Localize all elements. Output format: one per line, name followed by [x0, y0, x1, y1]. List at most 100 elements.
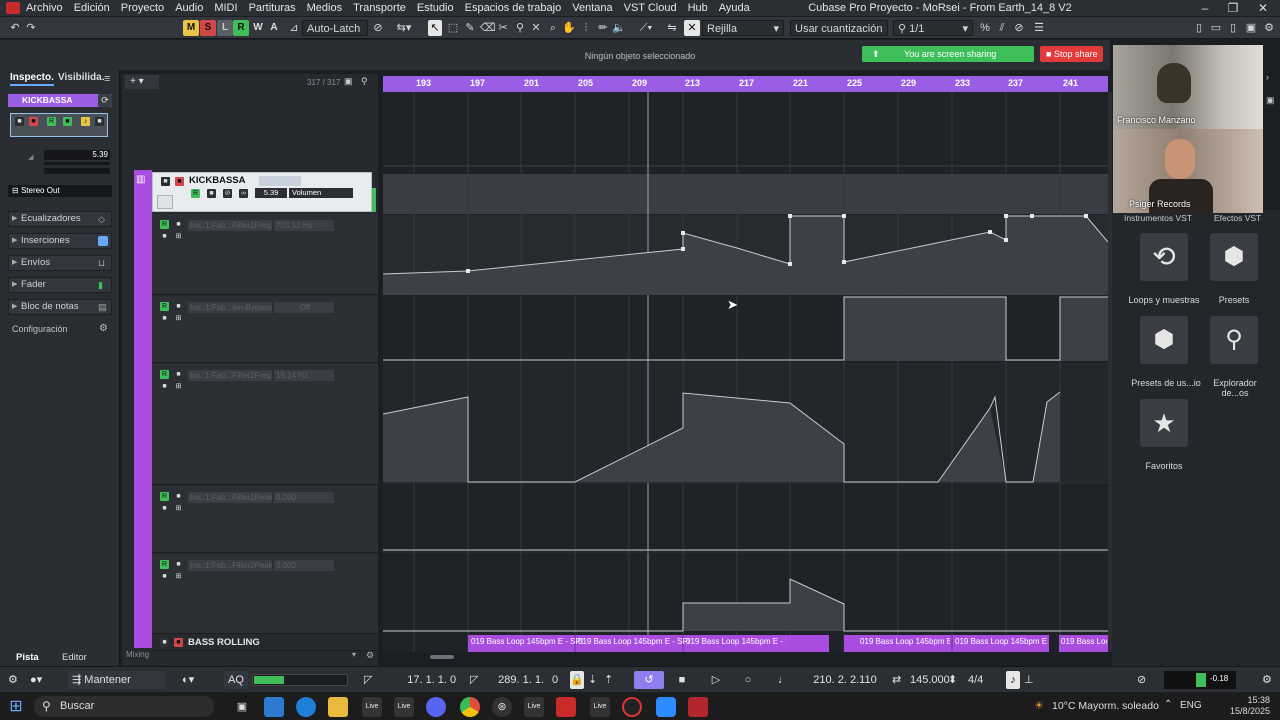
- settings-icon[interactable]: ⚙: [1262, 20, 1276, 36]
- output-routing[interactable]: ⊟ Stereo Out: [8, 185, 112, 197]
- bass-solo-icon[interactable]: ■: [174, 638, 183, 647]
- tab-visibility[interactable]: Visibilida.: [58, 72, 105, 83]
- transport-options-icon[interactable]: ⚙: [1262, 671, 1276, 689]
- tray-arrow-icon[interactable]: ⌃: [1164, 699, 1172, 710]
- section-fader[interactable]: ▶ Fader ▮: [8, 277, 112, 293]
- menu-hub[interactable]: Hub: [688, 2, 708, 14]
- tempo-display[interactable]: 145.000: [910, 671, 950, 689]
- transport-settings-icon[interactable]: ⚙: [8, 671, 22, 689]
- edit-mode-icon[interactable]: ⇆▾: [390, 20, 418, 36]
- lane-extra-icon[interactable]: ⊞: [174, 314, 183, 323]
- zoom-tool-icon[interactable]: ⚲: [513, 20, 527, 36]
- track-header-bass-rolling[interactable]: ■ ■ BASS ROLLING: [152, 635, 378, 651]
- track-edit-icon[interactable]: ⟳: [98, 94, 112, 107]
- lane-write-icon[interactable]: ■: [174, 492, 183, 501]
- zoom-app-icon[interactable]: [656, 697, 676, 717]
- add-track-button[interactable]: + ▾: [125, 75, 159, 89]
- inspector-solo-icon[interactable]: ■: [29, 117, 38, 126]
- automation-mode-select[interactable]: Auto-Latch ▾: [302, 20, 368, 51]
- lane-param-label[interactable]: Ins.:1:Fab...Filter2Freq: [188, 370, 272, 381]
- left-locator[interactable]: 17. 1. 1.: [393, 671, 447, 689]
- tab-inspector[interactable]: Inspecto.: [10, 72, 54, 86]
- a-button[interactable]: A: [266, 20, 282, 36]
- metronome-icon[interactable]: ♩: [778, 671, 792, 689]
- video-expand-icon[interactable]: ▣: [1266, 95, 1278, 107]
- lane-param-value[interactable]: Off: [274, 302, 334, 313]
- clip-label[interactable]: 019 Bass Loop 145bpm E - SPI: [1061, 637, 1107, 646]
- undo-icon[interactable]: ↶: [8, 20, 22, 36]
- right-locator-tick[interactable]: 0: [552, 671, 562, 689]
- task-view-icon[interactable]: ▣: [232, 697, 252, 717]
- read-button[interactable]: R: [233, 20, 249, 36]
- lane-read-icon[interactable]: R: [160, 492, 169, 501]
- lane-filter2peak[interactable]: R ■ ■ ⊞ Ins.:1:Fab...Filter2Peak 0.000: [152, 554, 378, 634]
- lane-mute-icon[interactable]: ■: [160, 232, 169, 241]
- video-tile-francisco[interactable]: Francisco Manzano: [1113, 45, 1263, 129]
- menu-proyecto[interactable]: Proyecto: [121, 2, 164, 14]
- favorites-tile[interactable]: ★: [1140, 399, 1188, 447]
- user-presets-tile[interactable]: ⬢: [1140, 316, 1188, 364]
- lane-param-value[interactable]: 0.000: [274, 560, 334, 571]
- layout-left-icon[interactable]: ▯: [1192, 20, 1206, 36]
- file-explorer-icon[interactable]: [328, 697, 348, 717]
- lane-extra-icon[interactable]: ⊞: [174, 572, 183, 581]
- clock-time[interactable]: 15:38: [1232, 695, 1270, 705]
- bass-mute-icon[interactable]: ■: [160, 638, 169, 647]
- quantize-settings-icon[interactable]: ⊘: [1012, 20, 1026, 36]
- mute-tool-icon[interactable]: ✕: [529, 20, 543, 36]
- right-locator-icon[interactable]: ◸: [470, 671, 482, 689]
- punch-in-icon[interactable]: ⇣: [588, 671, 602, 689]
- lane-mute-icon[interactable]: ■: [160, 314, 169, 323]
- lane-param-label[interactable]: Ins.:1:Fab...Filter2Peak: [188, 560, 272, 571]
- clip-label[interactable]: 019 Bass Loop 145bpm E - SPI: [955, 637, 1047, 646]
- section-inserts[interactable]: ▶ Inserciones: [8, 233, 112, 249]
- glue-tool-icon[interactable]: ⌫: [480, 20, 496, 36]
- menu-vstcloud[interactable]: VST Cloud: [624, 2, 677, 14]
- search-tool-icon[interactable]: ⌕: [546, 20, 560, 36]
- chrome-icon[interactable]: [460, 697, 480, 717]
- ableton-live-icon[interactable]: Live: [524, 697, 544, 717]
- lane-extra-icon[interactable]: ⊞: [174, 232, 183, 241]
- tempo-stepper-icon[interactable]: ⬍: [948, 671, 958, 689]
- volume-fader[interactable]: [44, 162, 110, 165]
- listen-button[interactable]: L: [217, 20, 233, 36]
- erase-tool-icon[interactable]: ✂: [496, 20, 510, 36]
- cubase-taskbar-icon[interactable]: [556, 697, 576, 717]
- minimize-icon[interactable]: –: [1190, 0, 1220, 16]
- speaker-tool-icon[interactable]: 🔈: [612, 20, 626, 36]
- lane-param-label[interactable]: Ins.:1:Fab...Filter1Peak: [188, 492, 272, 503]
- click-button[interactable]: ♪: [1006, 671, 1020, 689]
- menu-espacios[interactable]: Espacios de trabajo: [465, 2, 562, 14]
- quantize-ruler-icon[interactable]: ⫽: [995, 20, 1009, 36]
- play-button[interactable]: ▷: [706, 671, 726, 689]
- split-tool-icon[interactable]: ✎: [463, 20, 477, 36]
- video-arrow-icon[interactable]: ›: [1266, 72, 1278, 86]
- horizontal-scrollbar[interactable]: [430, 655, 454, 659]
- record-button[interactable]: ○: [738, 671, 758, 689]
- precount-icon[interactable]: ◐▾: [182, 671, 210, 689]
- range-tool-icon[interactable]: ⬚: [446, 20, 460, 36]
- lane-filter1peak[interactable]: R ■ ■ ⊞ Ins.:1:Fab...Filter1Peak 0.000: [152, 486, 378, 553]
- tempo-icon[interactable]: ⇄: [892, 671, 906, 689]
- edge-browser-icon[interactable]: [296, 697, 316, 717]
- menu-ayuda[interactable]: Ayuda: [719, 2, 750, 14]
- tab-vst-effects[interactable]: Efectos VST: [1214, 213, 1261, 223]
- track-list-icon[interactable]: ▣: [344, 76, 353, 87]
- clip-label[interactable]: 019 Bass Loop 145bpm E - SPI: [578, 637, 690, 646]
- browser-tile[interactable]: ⚲: [1210, 316, 1258, 364]
- lane-read-icon[interactable]: R: [160, 560, 169, 569]
- pointer-tool-icon[interactable]: ↖: [428, 20, 442, 36]
- lane-read-icon[interactable]: R: [160, 220, 169, 229]
- app-icon[interactable]: ⊛: [492, 697, 512, 717]
- weather-text[interactable]: 10°C Mayorm. soleado: [1052, 700, 1159, 712]
- ableton-live-icon[interactable]: Live: [362, 697, 382, 717]
- menu-edicion[interactable]: Edición: [74, 2, 110, 14]
- tab-editor[interactable]: Editor: [62, 652, 87, 663]
- ableton-live-icon[interactable]: Live: [590, 697, 610, 717]
- taskbar-search[interactable]: ⚲ Buscar: [34, 696, 214, 717]
- inspector-track-name[interactable]: KICKBASSA: [8, 94, 112, 107]
- menu-archivo[interactable]: Archivo: [26, 2, 63, 14]
- menu-medios[interactable]: Medios: [307, 2, 342, 14]
- inspector-edit-icon[interactable]: ♪: [81, 117, 90, 126]
- configuration-gear-icon[interactable]: ⚙: [99, 323, 108, 334]
